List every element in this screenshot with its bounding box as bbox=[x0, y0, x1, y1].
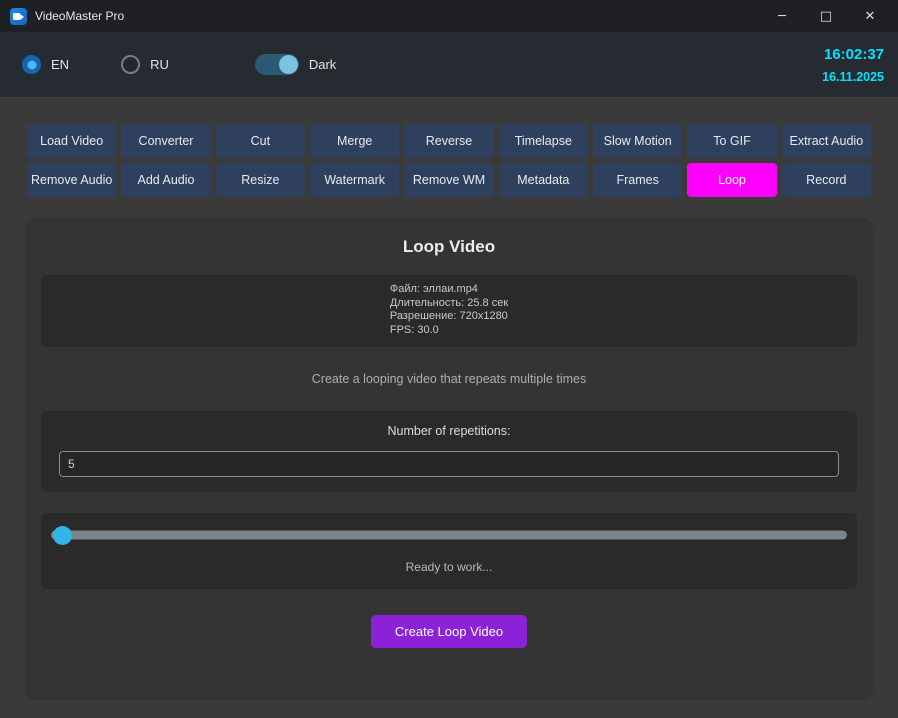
repetitions-label: Number of repetitions: bbox=[59, 424, 839, 438]
repetitions-input[interactable] bbox=[59, 451, 839, 477]
tab-to-gif[interactable]: To GIF bbox=[687, 124, 776, 158]
clock: 16:02:37 16.11.2025 bbox=[822, 46, 884, 84]
tab-load-video[interactable]: Load Video bbox=[27, 124, 116, 158]
window-title: VideoMaster Pro bbox=[35, 9, 124, 23]
tab-remove-wm[interactable]: Remove WM bbox=[404, 163, 493, 197]
lang-en-label: EN bbox=[51, 57, 69, 72]
app-window: VideoMaster Pro ─ □ ✕ EN RU Dark 16:02:3… bbox=[0, 0, 898, 718]
maximize-button[interactable]: □ bbox=[804, 1, 848, 31]
repetitions-section: Number of repetitions: bbox=[41, 411, 857, 492]
loop-panel: Loop Video Файл: эллаи.mp4 Длительность:… bbox=[25, 218, 873, 700]
clock-date: 16.11.2025 bbox=[822, 70, 884, 84]
tab-timelapse[interactable]: Timelapse bbox=[499, 124, 588, 158]
tab-cut[interactable]: Cut bbox=[216, 124, 305, 158]
progress-handle-icon bbox=[53, 526, 72, 545]
close-button[interactable]: ✕ bbox=[848, 1, 892, 31]
dark-mode-toggle[interactable]: Dark bbox=[255, 54, 336, 75]
titlebar: VideoMaster Pro ─ □ ✕ bbox=[0, 0, 898, 32]
lang-ru-radio[interactable]: RU bbox=[121, 55, 169, 74]
lang-ru-label: RU bbox=[150, 57, 169, 72]
tab-watermark[interactable]: Watermark bbox=[310, 163, 399, 197]
tab-loop[interactable]: Loop bbox=[687, 163, 776, 197]
toggle-knob bbox=[279, 55, 298, 74]
tab-resize[interactable]: Resize bbox=[216, 163, 305, 197]
tab-extract-audio[interactable]: Extract Audio bbox=[782, 124, 871, 158]
file-info-name: Файл: эллаи.mp4 bbox=[390, 283, 508, 297]
minimize-button[interactable]: ─ bbox=[760, 1, 804, 31]
app-logo-icon bbox=[10, 8, 27, 25]
panel-title: Loop Video bbox=[25, 237, 873, 257]
status-text: Ready to work... bbox=[51, 560, 847, 574]
radio-selected-icon bbox=[22, 55, 41, 74]
tab-frames[interactable]: Frames bbox=[593, 163, 682, 197]
lang-en-radio[interactable]: EN bbox=[22, 55, 69, 74]
tab-metadata[interactable]: Metadata bbox=[499, 163, 588, 197]
progress-track bbox=[51, 531, 847, 540]
file-info-lines: Файл: эллаи.mp4 Длительность: 25.8 сек Р… bbox=[390, 283, 508, 337]
progress-bar bbox=[51, 526, 847, 545]
file-info-resolution: Разрешение: 720x1280 bbox=[390, 310, 508, 324]
file-info-box: Файл: эллаи.mp4 Длительность: 25.8 сек Р… bbox=[41, 275, 857, 347]
tab-reverse[interactable]: Reverse bbox=[404, 124, 493, 158]
file-info-duration: Длительность: 25.8 сек bbox=[390, 297, 508, 311]
radio-unselected-icon bbox=[121, 55, 140, 74]
progress-section: Ready to work... bbox=[41, 513, 857, 589]
language-radio-group: EN RU bbox=[22, 55, 169, 74]
file-info-fps: FPS: 30.0 bbox=[390, 324, 508, 338]
panel-description: Create a looping video that repeats mult… bbox=[25, 372, 873, 386]
create-loop-video-button[interactable]: Create Loop Video bbox=[371, 615, 527, 648]
tab-slow-motion[interactable]: Slow Motion bbox=[593, 124, 682, 158]
tab-record[interactable]: Record bbox=[782, 163, 871, 197]
toolbar: Load Video Converter Cut Merge Reverse T… bbox=[27, 124, 871, 197]
dark-mode-label: Dark bbox=[309, 57, 336, 72]
tab-add-audio[interactable]: Add Audio bbox=[121, 163, 210, 197]
header-bar: EN RU Dark 16:02:37 16.11.2025 bbox=[0, 32, 898, 97]
main-area: Load Video Converter Cut Merge Reverse T… bbox=[0, 97, 898, 718]
tab-converter[interactable]: Converter bbox=[121, 124, 210, 158]
tab-remove-audio[interactable]: Remove Audio bbox=[27, 163, 116, 197]
clock-time: 16:02:37 bbox=[824, 46, 884, 63]
toggle-switch-icon bbox=[255, 54, 299, 75]
tab-merge[interactable]: Merge bbox=[310, 124, 399, 158]
